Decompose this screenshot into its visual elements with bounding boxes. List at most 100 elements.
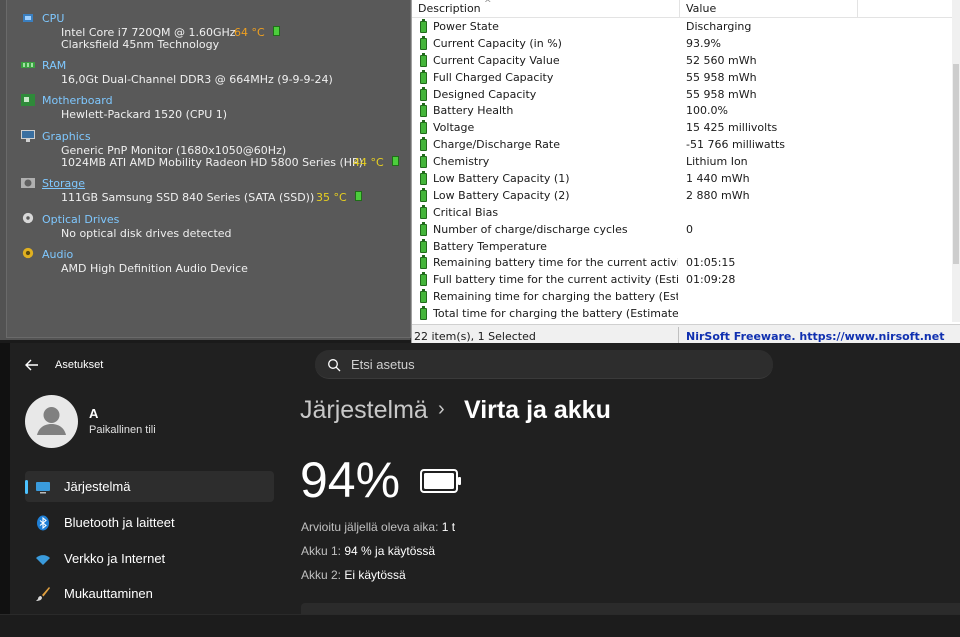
nav-item-bluetooth[interactable]: Bluetooth ja laitteet: [25, 507, 274, 538]
speccy-panel: CPU Intel Core i7 720QM @ 1.60GHz 64 °C …: [0, 0, 411, 340]
battery-icon: [420, 221, 427, 236]
back-arrow-icon[interactable]: [24, 357, 40, 373]
battery-1-row: Akku 1: 94 % ja käytössä: [301, 544, 435, 558]
estimated-time-label: Arvioitu jäljellä oleva aika:: [301, 520, 439, 534]
status-bar: 22 item(s), 1 Selected NirSoft Freeware.…: [412, 324, 960, 344]
table-row[interactable]: Remaining time for charging the battery …: [412, 289, 952, 306]
battery-icon: [420, 255, 427, 270]
selection-indicator: [25, 480, 28, 494]
row-description: Designed Capacity: [433, 87, 537, 101]
row-value: 55 958 mWh: [686, 87, 757, 101]
storage-temperature: 35 °C: [316, 191, 347, 204]
table-row[interactable]: Number of charge/discharge cycles 0: [412, 221, 952, 239]
battery-icon: [420, 272, 427, 287]
table-row[interactable]: Power State Discharging: [412, 19, 952, 36]
row-value: 55 958 mWh: [686, 70, 757, 84]
nav-item-personalization[interactable]: Mukauttaminen: [25, 578, 274, 609]
section-title-motherboard[interactable]: Motherboard: [42, 94, 113, 107]
graphics-temperature: 44 °C: [353, 156, 384, 169]
search-box[interactable]: Etsi asetus: [315, 350, 773, 379]
row-description: Charge/Discharge Rate: [433, 138, 560, 152]
battery-icon: [420, 103, 427, 118]
hard-drive-icon: [21, 178, 35, 188]
table-row[interactable]: Battery Health 100.0%: [412, 103, 952, 120]
table-row[interactable]: Voltage 15 425 millivolts: [412, 120, 952, 137]
table-row[interactable]: Full Charged Capacity 55 958 mWh: [412, 69, 952, 87]
column-header-description[interactable]: Description ^: [412, 0, 680, 18]
user-name: A: [89, 406, 99, 421]
battery-icon: [420, 171, 427, 186]
table-row[interactable]: Remaining battery time for the current a…: [412, 255, 952, 272]
monitor-icon: [21, 130, 35, 142]
estimated-time-value: 1 t: [441, 520, 456, 534]
battery-info-list: Power State Discharging Current Capacity (…: [412, 19, 952, 323]
battery-percentage: 94%: [300, 452, 401, 508]
motherboard-line-1: Hewlett-Packard 1520 (CPU 1): [61, 108, 228, 121]
row-description: Chemistry: [433, 155, 490, 169]
table-row[interactable]: Low Battery Capacity (1) 1 440 mWh: [412, 171, 952, 188]
ram-icon: [21, 62, 35, 68]
settings-window: Asetukset Etsi asetus A Paikallinen tili…: [10, 343, 960, 637]
battery-2-row: Akku 2: Ei käytössä: [301, 568, 406, 582]
section-title-graphics[interactable]: Graphics: [42, 130, 91, 143]
brush-icon: [36, 587, 50, 601]
nirsoft-link[interactable]: NirSoft Freeware. https://www.nirsoft.ne…: [686, 330, 944, 343]
row-description: Low Battery Capacity (2): [433, 188, 570, 202]
row-value: 01:05:15: [686, 256, 736, 270]
section-title-storage[interactable]: Storage: [42, 177, 85, 190]
column-header-value[interactable]: Value: [680, 0, 858, 18]
section-title-cpu[interactable]: CPU: [42, 12, 64, 25]
breadcrumb-parent[interactable]: Järjestelmä: [300, 396, 428, 425]
audio-line-1: AMD High Definition Audio Device: [61, 262, 248, 275]
section-title-ram[interactable]: RAM: [42, 59, 66, 72]
row-description: Number of charge/discharge cycles: [433, 222, 628, 236]
monitor-icon: [36, 482, 50, 494]
nav-label-network: Verkko ja Internet: [64, 551, 166, 566]
table-row[interactable]: Current Capacity Value 52 560 mWh: [412, 52, 952, 70]
row-value: 01:09:28: [686, 273, 736, 287]
table-row[interactable]: Battery Temperature: [412, 238, 952, 256]
nav-label-bluetooth: Bluetooth ja laitteet: [64, 515, 175, 530]
nav-label-system: Järjestelmä: [64, 479, 131, 494]
motherboard-icon: [21, 94, 35, 106]
battery-2-label: Akku 2:: [301, 568, 342, 582]
search-icon: [328, 359, 341, 372]
nav-item-network[interactable]: Verkko ja Internet: [25, 543, 274, 574]
table-row[interactable]: Low Battery Capacity (2) 2 880 mWh: [412, 187, 952, 205]
breadcrumb-separator: ›: [438, 398, 445, 420]
scrollbar-thumb[interactable]: [953, 64, 959, 264]
battery-1-value: 94 % ja käytössä: [344, 544, 436, 558]
column-header-value-label: Value: [686, 2, 717, 15]
desktop-edge: [0, 343, 10, 637]
section-title-audio[interactable]: Audio: [42, 248, 73, 261]
batteryinfoview-window: Description ^ Value Power State Dischargi…: [411, 0, 960, 344]
table-row[interactable]: Current Capacity (in %) 93.9%: [412, 35, 952, 53]
table-row[interactable]: Critical Bias: [412, 204, 952, 222]
avatar[interactable]: [25, 395, 78, 448]
section-title-optical-drives[interactable]: Optical Drives: [42, 213, 119, 226]
battery-icon: [420, 120, 427, 135]
row-value: Discharging: [686, 20, 752, 33]
row-description: Full battery time for the current activi…: [433, 273, 678, 287]
battery-icon: [420, 137, 427, 152]
table-row[interactable]: Designed Capacity 55 958 mWh: [412, 86, 952, 104]
vertical-scrollbar[interactable]: [952, 0, 960, 322]
table-row[interactable]: Chemistry Lithium Ion: [412, 154, 952, 171]
battery-1-label: Akku 1:: [301, 544, 342, 558]
table-row[interactable]: Charge/Discharge Rate -51 766 milliwatts: [412, 137, 952, 154]
speaker-icon: [22, 247, 34, 259]
column-header-description-label: Description: [418, 2, 481, 15]
row-value: 15 425 millivolts: [686, 121, 778, 135]
battery-icon: [420, 86, 427, 101]
battery-icon: [420, 154, 427, 169]
nav-item-system[interactable]: Järjestelmä: [25, 471, 274, 502]
table-row[interactable]: Full battery time for the current activi…: [412, 272, 952, 289]
taskbar: [0, 614, 960, 637]
search-placeholder: Etsi asetus: [351, 357, 415, 372]
user-icon: [37, 407, 66, 435]
battery-icon: [420, 69, 427, 84]
bluetooth-icon: [37, 515, 49, 531]
table-row[interactable]: Total time for charging the battery (Est…: [412, 306, 952, 323]
page-title: Virta ja akku: [464, 396, 611, 424]
status-separator: [678, 327, 679, 343]
